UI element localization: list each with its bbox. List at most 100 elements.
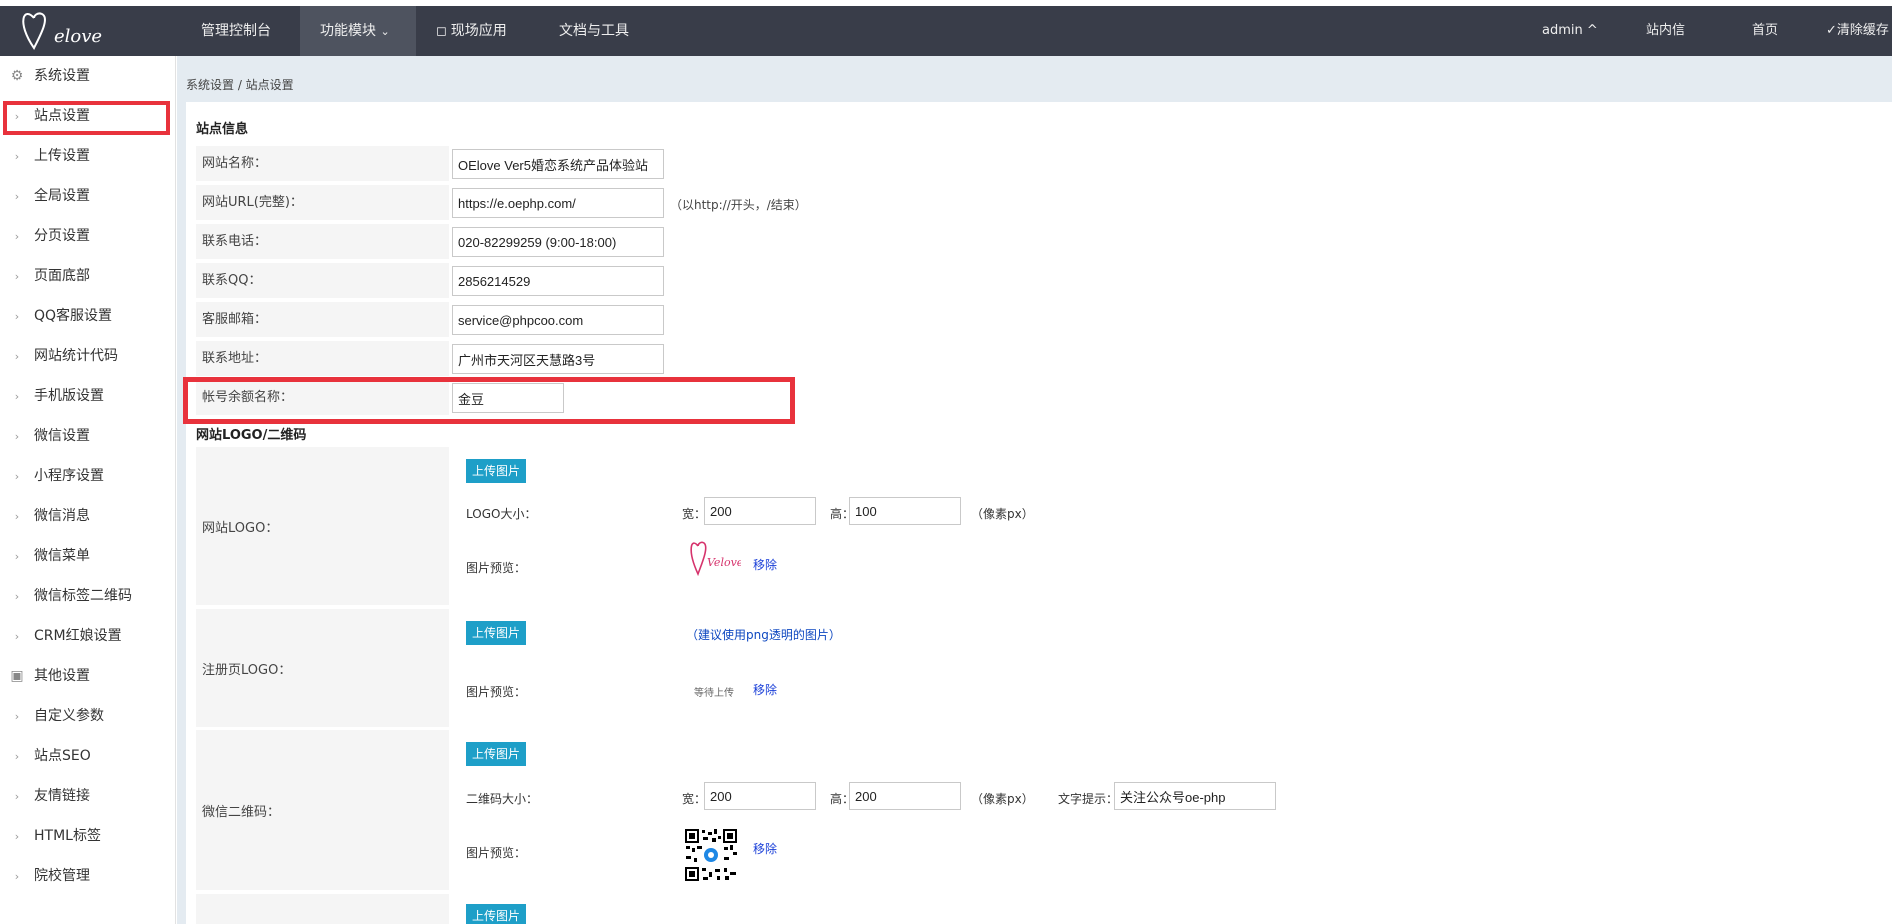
sidebar-item-miniprogram-settings[interactable]: › 小程序设置 [8,461,168,491]
field-row-site-name: 网站名称： [196,146,1886,181]
highlight-box-balance-name [183,377,795,424]
clear-cache-link[interactable]: ✓清除缓存 [1826,6,1889,56]
chevron-down-icon: ⌄ [380,25,390,38]
field-row-register-logo: 注册页LOGO： 上传图片 （建议使用png透明的图片） 图片预览： 等待上传 … [196,609,1886,727]
field-label: 注册页LOGO： [196,609,449,727]
broom-icon: ✓ [1826,23,1837,38]
qr-unit-hint: （像素px） [971,792,1034,806]
chevron-right-icon: › [14,470,20,483]
site-name-input[interactable] [452,149,664,179]
email-input[interactable] [452,305,664,335]
sidebar-item-wechat-tag-qrcode[interactable]: › 微信标签二维码 [8,581,168,611]
sidebar-item-global-settings[interactable]: › 全局设置 [8,181,168,211]
logo-width-input[interactable] [704,497,816,525]
sidebar-item-wechat-menu[interactable]: › 微信菜单 [8,541,168,571]
sidebar-item-stats-code[interactable]: › 网站统计代码 [8,341,168,371]
site-logo-preview-image: Velove [689,536,744,582]
qr-tip-input[interactable] [1114,782,1276,810]
chevron-right-icon: › [14,390,20,403]
phone-input[interactable] [452,227,664,257]
chevron-right-icon: › [14,630,20,643]
chevron-right-icon: › [14,430,20,443]
sidebar-item-upload-settings[interactable]: › 上传设置 [8,141,168,171]
logo-width-label: 宽： [682,507,707,521]
waiting-upload-text: 等待上传 [694,688,734,699]
sidebar-item-paging-settings[interactable]: › 分页设置 [8,221,168,251]
top-nav-bar: elove 管理控制台 功能模块 ⌄ ◻ 现场应用 文档与工具 admin ^ 站… [0,6,1892,56]
logo-height-input[interactable] [849,497,961,525]
sidebar-item-wechat-settings[interactable]: › 微信设置 [8,421,168,451]
sidebar-item-custom-params[interactable]: › 自定义参数 [8,701,168,731]
field-row-email: 客服邮箱： [196,302,1886,337]
sidebar-item-friend-links[interactable]: › 友情链接 [8,781,168,811]
settings-panel: 站点信息 网站名称： 网站URL(完整)： （以http://开头，/结束） 联… [186,102,1892,924]
site-url-input[interactable] [452,188,664,218]
qr-width-input[interactable] [704,782,816,810]
upload-wechat-qr-button[interactable]: 上传图片 [466,742,527,766]
oelove-logo[interactable]: elove [20,8,120,54]
sidebar-item-crm-matchmaker[interactable]: › CRM红娘设置 [8,621,168,651]
sidebar-group-other[interactable]: ▣ 其他设置 [8,664,90,688]
qr-width-label: 宽： [682,792,707,806]
field-row-wechat-qrcode: 微信二维码： 上传图片 二维码大小： 宽： 高： （像素px） 文字提示： 图片… [196,730,1886,890]
gear-icon: ⚙ [10,68,24,84]
field-row-next: 上传图片 [196,894,1886,924]
field-row-phone: 联系电话： [196,224,1886,259]
chevron-right-icon: › [14,270,20,283]
section-title-logo-qrcode: 网站LOGO/二维码 [196,428,307,443]
nav-site-apps[interactable]: ◻ 现场应用 [416,6,527,56]
sidebar-group-system[interactable]: ⚙ 系统设置 [8,64,90,88]
admin-menu[interactable]: admin ^ [1542,6,1598,56]
chevron-right-icon: › [14,190,20,203]
chevron-right-icon: › [14,150,20,163]
remove-register-logo-link[interactable]: 移除 [753,681,777,698]
field-row-site-logo: 网站LOGO： 上传图片 LOGO大小： 宽： 高： （像素px） 图片预览： … [196,447,1886,605]
field-label: 联系QQ： [196,263,449,298]
qq-input[interactable] [452,266,664,296]
remove-wechat-qr-link[interactable]: 移除 [753,840,777,857]
box-icon: ▣ [10,668,24,684]
field-label: 网站名称： [196,146,449,181]
nav-function-modules[interactable]: 功能模块 ⌄ [300,6,416,56]
highlight-box-sidebar [3,101,170,135]
sidebar-item-site-seo[interactable]: › 站点SEO [8,741,168,771]
qr-height-input[interactable] [849,782,961,810]
nav-admin-console[interactable]: 管理控制台 [181,6,291,56]
chevron-right-icon: › [14,310,20,323]
field-label: 联系电话： [196,224,449,259]
nav-docs-tools[interactable]: 文档与工具 [539,6,649,56]
sidebar-item-mobile-settings[interactable]: › 手机版设置 [8,381,168,411]
field-label: 联系地址： [196,341,449,376]
chevron-right-icon: › [14,750,20,763]
field-row-site-url: 网站URL(完整)： （以http://开头，/结束） [196,185,1886,220]
upload-site-logo-button[interactable]: 上传图片 [466,459,527,483]
field-label: 微信二维码： [196,730,449,890]
chevron-right-icon: › [14,790,20,803]
chevron-right-icon: › [14,510,20,523]
remove-site-logo-link[interactable]: 移除 [753,556,777,573]
sidebar-item-qq-service[interactable]: › QQ客服设置 [8,301,168,331]
logo-preview-label: 图片预览： [466,561,527,575]
chevron-right-icon: › [14,710,20,723]
chevron-right-icon: › [14,350,20,363]
qr-size-label: 二维码大小： [466,792,539,806]
svg-text:Velove: Velove [707,556,741,569]
sidebar-item-wechat-messages[interactable]: › 微信消息 [8,501,168,531]
register-logo-hint: （建议使用png透明的图片） [686,628,841,642]
address-input[interactable] [452,344,664,374]
site-url-hint: （以http://开头，/结束） [670,198,807,212]
upload-next-button[interactable]: 上传图片 [466,904,527,924]
field-label: 客服邮箱： [196,302,449,337]
messages-link[interactable]: 站内信 [1646,6,1685,56]
main-content: 系统设置 / 站点设置 站点信息 网站名称： 网站URL(完整)： （以http… [177,56,1892,924]
chevron-right-icon: › [14,590,20,603]
sidebar-item-page-footer[interactable]: › 页面底部 [8,261,168,291]
sidebar-item-html-tags[interactable]: › HTML标签 [8,821,168,851]
field-label: 网站LOGO： [196,447,449,605]
breadcrumb: 系统设置 / 站点设置 [186,78,294,92]
sidebar-item-school-management[interactable]: › 院校管理 [8,861,168,891]
logo-unit-hint: （像素px） [971,507,1034,521]
field-row-qq: 联系QQ： [196,263,1886,298]
home-link[interactable]: 首页 [1752,6,1778,56]
upload-register-logo-button[interactable]: 上传图片 [466,621,527,645]
